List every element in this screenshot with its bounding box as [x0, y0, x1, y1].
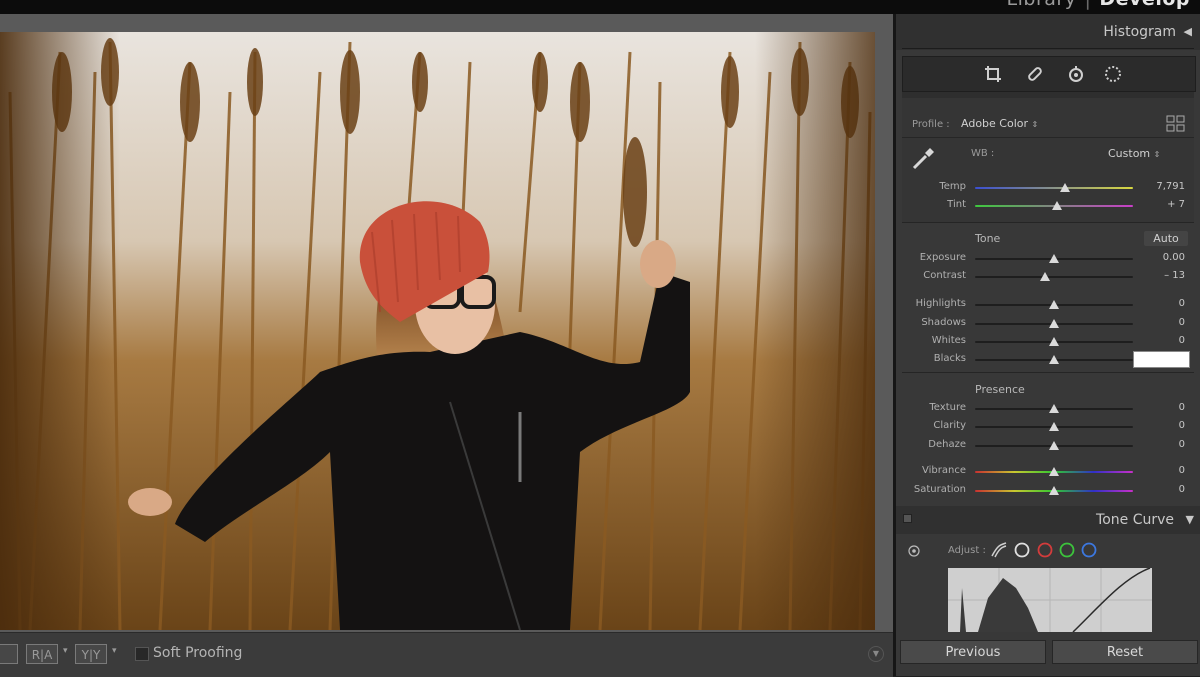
photo-preview[interactable] — [0, 32, 875, 630]
presence-divider — [902, 372, 1194, 373]
dehaze-slider-thumb[interactable] — [1049, 441, 1059, 450]
texture-slider-thumb[interactable] — [1049, 404, 1059, 413]
whites-value[interactable]: 0 — [1145, 335, 1185, 346]
profile-divider — [902, 137, 1194, 138]
highlights-value[interactable]: 0 — [1145, 298, 1185, 309]
saturation-slider-thumb[interactable] — [1049, 486, 1059, 495]
vibrance-value[interactable]: 0 — [1145, 465, 1185, 476]
clarity-value[interactable]: 0 — [1145, 420, 1185, 431]
module-library[interactable]: Library — [1007, 0, 1077, 10]
target-adjust-icon[interactable] — [907, 544, 921, 558]
dehaze-value[interactable]: 0 — [1145, 439, 1185, 450]
photo-image — [0, 32, 875, 630]
temp-slider-track[interactable] — [975, 187, 1133, 189]
highlights-label: Highlights — [915, 298, 966, 309]
collapse-arrow-icon[interactable]: ◀ — [1184, 25, 1192, 38]
channel-green-icon[interactable] — [1059, 542, 1075, 558]
presence-title: Presence — [975, 383, 1025, 396]
before-after-caret-icon[interactable]: ▾ — [63, 646, 68, 656]
channel-red-icon[interactable] — [1037, 542, 1053, 558]
section-cap — [902, 92, 1194, 98]
exposure-value[interactable]: 0.00 — [1145, 252, 1185, 263]
contrast-slider-thumb[interactable] — [1039, 272, 1050, 281]
module-picker: Library | Develop — [1007, 0, 1190, 10]
profile-label: Profile : — [912, 119, 950, 130]
histogram-title: Histogram — [1103, 24, 1176, 40]
tone-curve-title: Tone Curve — [1096, 512, 1174, 528]
crop-icon[interactable] — [983, 64, 1003, 84]
masking-icon[interactable] — [1103, 64, 1123, 84]
histogram-divider — [902, 48, 1194, 49]
whites-slider-thumb[interactable] — [1049, 337, 1059, 346]
tool-strip — [902, 56, 1196, 92]
module-bar: Library | Develop — [0, 0, 1200, 14]
soft-proofing-checkbox[interactable] — [135, 647, 149, 661]
loupe-view-button[interactable] — [0, 644, 18, 664]
profile-caret-icon: ⇕ — [1031, 120, 1039, 129]
vibrance-slider-thumb[interactable] — [1049, 467, 1059, 476]
tone-curve-header[interactable]: Tone Curve ▼ — [896, 506, 1200, 534]
auto-button[interactable]: Auto — [1144, 231, 1188, 246]
healing-brush-icon[interactable] — [1025, 64, 1045, 84]
module-separator: | — [1084, 0, 1091, 10]
vibrance-label: Vibrance — [922, 465, 966, 476]
swap-caret-icon[interactable]: ▾ — [112, 646, 117, 656]
shadows-label: Shadows — [921, 317, 966, 328]
texture-label: Texture — [929, 402, 966, 413]
shadows-value[interactable]: 0 — [1145, 317, 1185, 328]
whites-label: Whites — [931, 335, 966, 346]
histogram-header[interactable]: Histogram ◀ — [896, 14, 1200, 50]
blacks-label: Blacks — [933, 353, 966, 364]
photo-canvas[interactable] — [0, 14, 893, 632]
contrast-slider-track[interactable] — [975, 276, 1133, 278]
tone-curve-toggle[interactable] — [903, 514, 912, 523]
wb-dropdown[interactable]: Custom ⇕ — [1108, 147, 1160, 160]
texture-value[interactable]: 0 — [1145, 402, 1185, 413]
saturation-value[interactable]: 0 — [1145, 484, 1185, 495]
contrast-label: Contrast — [923, 270, 966, 281]
tone-divider — [902, 222, 1194, 223]
clarity-slider-thumb[interactable] — [1049, 422, 1059, 431]
blacks-value-input[interactable] — [1133, 351, 1190, 368]
reset-button[interactable]: Reset — [1052, 640, 1198, 664]
wb-caret-icon: ⇕ — [1153, 150, 1161, 159]
profile-dropdown[interactable]: Adobe Color ⇕ — [961, 117, 1038, 130]
tone-curve-graph[interactable] — [948, 568, 1152, 632]
tint-label: Tint — [947, 199, 966, 210]
temp-slider-thumb[interactable] — [1060, 183, 1071, 192]
soft-proofing-label: Soft Proofing — [153, 645, 243, 661]
adjust-label: Adjust : — [948, 545, 986, 556]
blacks-slider-thumb[interactable] — [1049, 355, 1059, 364]
swap-button[interactable]: Y|Y — [75, 644, 107, 664]
tone-title: Tone — [975, 232, 1001, 245]
temp-value[interactable]: 7,791 — [1145, 181, 1185, 192]
curve-channel-selector — [991, 542, 1097, 558]
temp-label: Temp — [939, 181, 966, 192]
tone-curve-arrow-icon[interactable]: ▼ — [1186, 513, 1194, 526]
eyedropper-icon[interactable] — [910, 144, 938, 172]
toolbar-menu-caret-icon[interactable]: ▼ — [868, 646, 884, 662]
highlights-slider-thumb[interactable] — [1049, 300, 1059, 309]
exposure-label: Exposure — [919, 252, 966, 263]
channel-blue-icon[interactable] — [1081, 542, 1097, 558]
grid-icon[interactable] — [1166, 115, 1186, 133]
saturation-label: Saturation — [913, 484, 966, 495]
red-eye-icon[interactable] — [1066, 64, 1086, 84]
previous-button[interactable]: Previous — [900, 640, 1046, 664]
module-develop[interactable]: Develop — [1099, 0, 1190, 10]
parametric-curve-icon[interactable] — [991, 542, 1007, 558]
clarity-label: Clarity — [933, 420, 966, 431]
shadows-slider-thumb[interactable] — [1049, 319, 1059, 328]
bottom-toolbar: R|A ▾ Y|Y ▾ — [0, 632, 893, 677]
before-after-button[interactable]: R|A — [26, 644, 58, 664]
wb-label: WB : — [971, 148, 995, 159]
contrast-value[interactable]: – 13 — [1145, 270, 1185, 281]
tint-slider-thumb[interactable] — [1052, 201, 1063, 210]
dehaze-label: Dehaze — [928, 439, 966, 450]
tint-value[interactable]: + 7 — [1145, 199, 1185, 210]
develop-panel: Histogram ◀ Profile : Adobe Color ⇕ WB :… — [896, 14, 1200, 676]
channel-rgb-icon[interactable] — [1014, 542, 1030, 558]
exposure-slider-thumb[interactable] — [1049, 254, 1059, 263]
